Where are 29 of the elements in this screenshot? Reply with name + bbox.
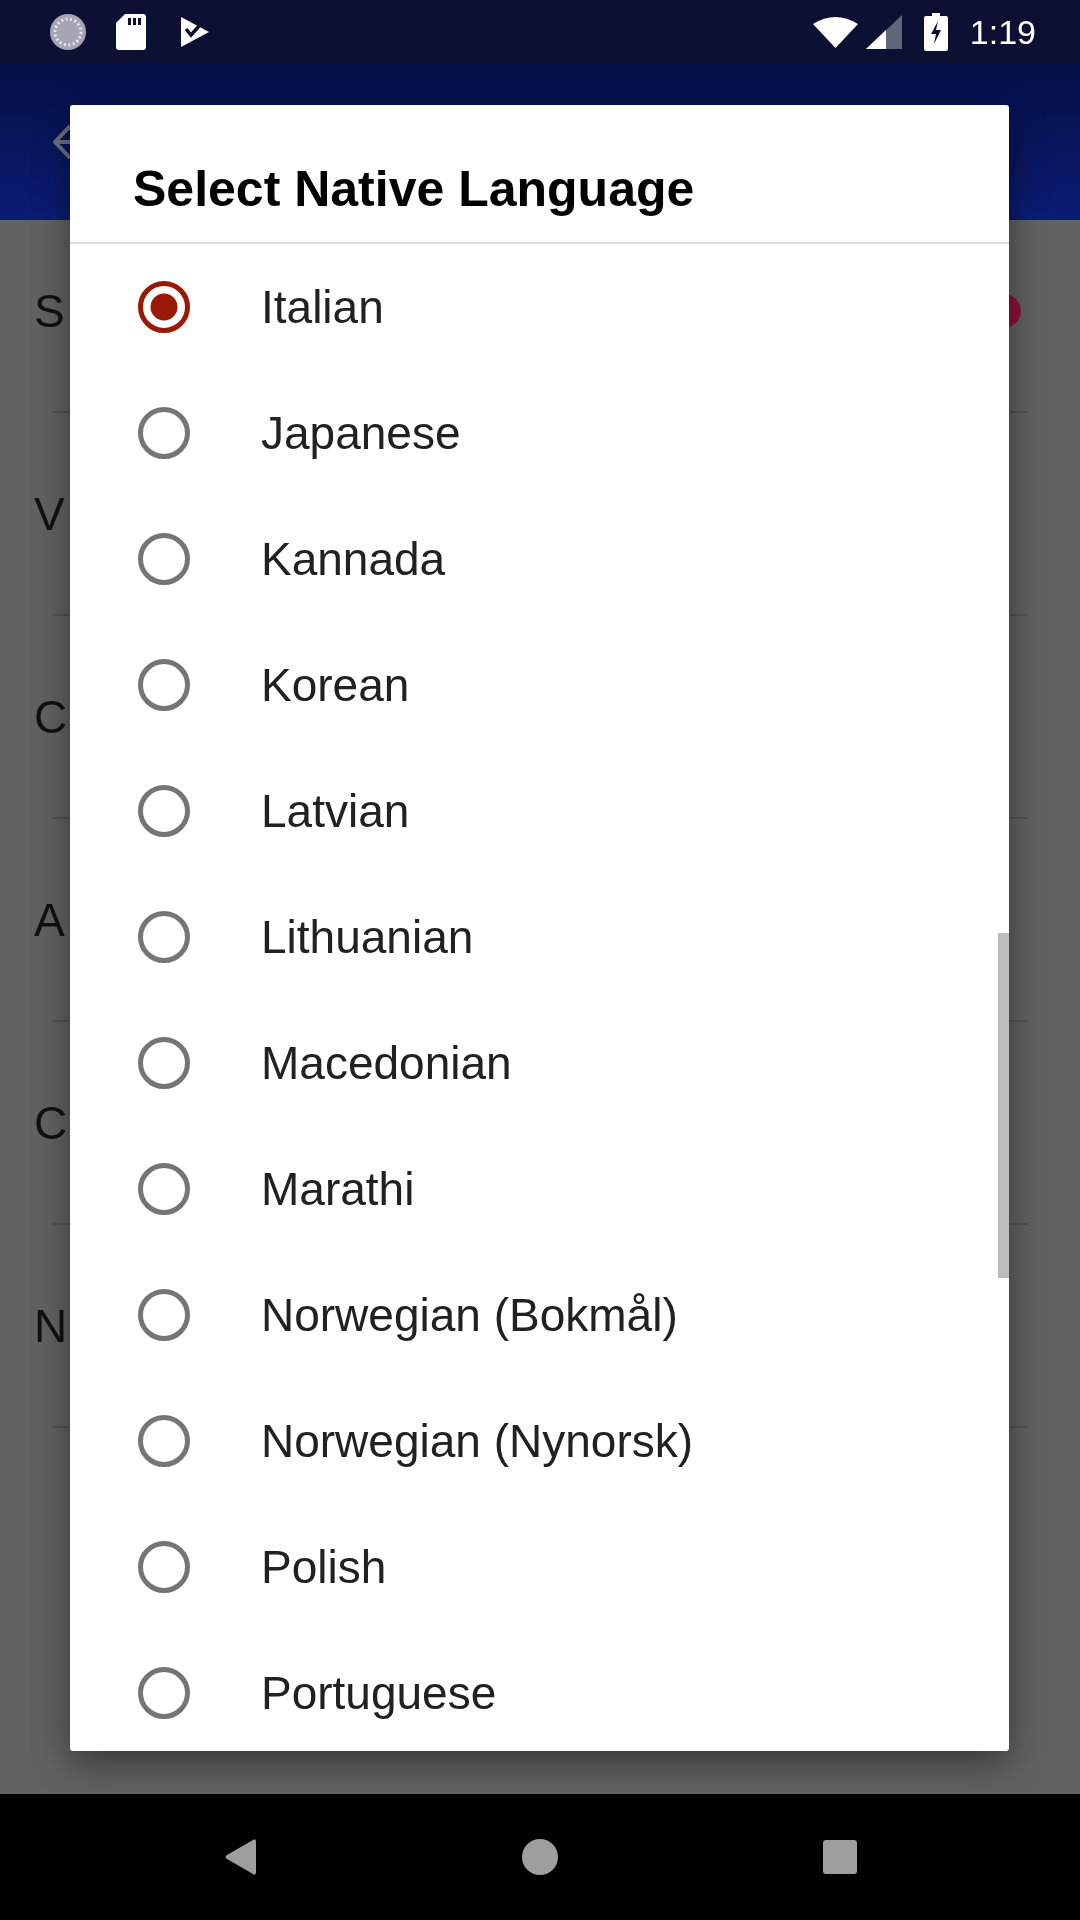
dialog-title: Select Native Language: [133, 160, 696, 219]
language-option[interactable]: Norwegian (Bokmål): [70, 1252, 997, 1378]
language-option[interactable]: Macedonian: [70, 1000, 997, 1126]
status-time: 1:19: [969, 14, 1036, 49]
language-option[interactable]: Marathi: [70, 1126, 997, 1252]
back-arrow-icon[interactable]: [53, 123, 70, 160]
language-option[interactable]: Polish: [70, 1504, 997, 1630]
language-option[interactable]: Japanese: [70, 370, 997, 496]
check-tag-icon: [179, 14, 211, 49]
language-option[interactable]: Portuguese: [70, 1630, 997, 1751]
spinner-icon: [48, 11, 88, 52]
language-option[interactable]: Latvian: [70, 748, 997, 874]
setting-label: N: [34, 1302, 68, 1349]
setting-label: S: [34, 287, 65, 334]
setting-label: C: [34, 693, 68, 740]
setting-label: A: [34, 896, 65, 943]
language-option[interactable]: Lithuanian: [70, 874, 997, 1000]
wifi-icon: [812, 15, 858, 48]
setting-label: C: [34, 1099, 68, 1146]
setting-label: V: [34, 490, 65, 537]
battery-charging-icon: [923, 12, 948, 51]
back-icon[interactable]: [224, 1838, 256, 1876]
home-icon[interactable]: [522, 1839, 558, 1875]
sd-card-icon: [115, 13, 147, 50]
language-option[interactable]: Italian: [70, 244, 997, 370]
language-option[interactable]: Korean: [70, 622, 997, 748]
language-option[interactable]: Norwegian (Nynorsk): [70, 1378, 997, 1504]
language-option[interactable]: Kannada: [70, 496, 997, 622]
signal-icon: [865, 14, 902, 49]
